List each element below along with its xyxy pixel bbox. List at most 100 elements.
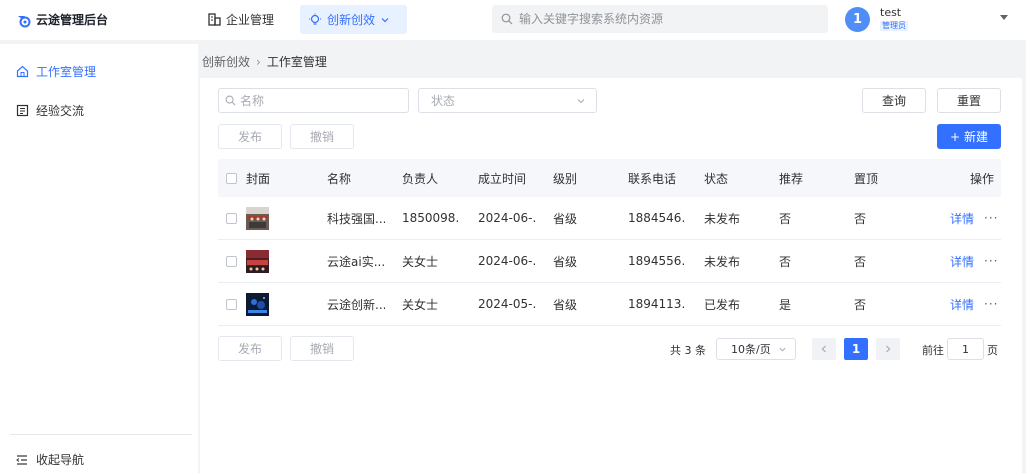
status-select[interactable]: 状态 [418, 88, 597, 113]
row-name: 科技强国... [327, 211, 385, 226]
sidebar-divider [10, 434, 192, 435]
revoke-button-bottom[interactable]: 撤销 [290, 336, 354, 361]
row-established: 2024-06-... [478, 211, 536, 225]
sidebar: 工作室管理 经验交流 收起导航 [0, 44, 198, 473]
column-header-status: 状态 [704, 171, 729, 186]
chevron-down-icon [577, 98, 585, 103]
sidebar-item-label: 经验交流 [36, 104, 85, 118]
row-level: 省级 [553, 297, 578, 312]
new-button[interactable]: + 新建 [937, 124, 1001, 149]
column-header-phone: 联系电话 [628, 171, 677, 186]
reset-button[interactable]: 重置 [937, 88, 1001, 113]
row-status: 未发布 [704, 254, 741, 269]
row-pinned: 否 [854, 254, 867, 269]
row-phone: 1884546... [628, 211, 686, 225]
row-status: 已发布 [704, 297, 741, 312]
row-phone: 1894556... [628, 254, 686, 268]
avatar[interactable]: 1 [845, 7, 870, 32]
breadcrumb-separator-icon: › [256, 54, 261, 69]
breadcrumb-current: 工作室管理 [266, 55, 327, 69]
total-count: 共 3 条 [670, 344, 706, 357]
detail-link[interactable]: 详情 [950, 296, 974, 313]
nav-enterprise-management[interactable]: 企业管理 [200, 5, 282, 34]
chevron-down-icon [779, 347, 786, 352]
detail-link[interactable]: 详情 [950, 253, 974, 270]
select-all-checkbox[interactable] [226, 172, 237, 184]
column-header-pinned: 置顶 [854, 171, 879, 186]
page-number-current[interactable]: 1 [844, 338, 868, 360]
top-header: 云途管理后台 企业管理 创新创效 1 test 管理员 [0, 0, 1026, 40]
publish-button[interactable]: 发布 [218, 124, 282, 149]
global-search[interactable] [492, 5, 828, 33]
column-header-actions: 操作 [970, 171, 995, 186]
more-actions-icon[interactable]: ··· [984, 297, 998, 311]
chevron-left-icon [821, 345, 826, 353]
breadcrumb: 创新创效 › 工作室管理 [202, 53, 327, 70]
row-checkbox[interactable] [226, 255, 237, 267]
row-level: 省级 [553, 211, 578, 226]
collapse-navigation-label: 收起导航 [36, 453, 85, 467]
column-header-owner: 负责人 [402, 171, 439, 186]
new-button-label: 新建 [964, 130, 989, 144]
row-recommend: 否 [779, 211, 792, 226]
sidebar-item-experience-exchange[interactable]: 经验交流 [16, 102, 84, 119]
home-icon [16, 65, 29, 78]
column-header-name: 名称 [327, 171, 352, 186]
main-panel: 名称 状态 查询 重置 发布 撤销 + 新建 封面 名称 负责人 成立时间 级别… [200, 78, 1022, 473]
row-status: 未发布 [704, 211, 741, 226]
status-select-placeholder: 状态 [431, 94, 456, 108]
more-actions-icon[interactable]: ··· [984, 211, 998, 225]
goto-label: 前往 [922, 344, 944, 357]
goto-page-input[interactable] [947, 338, 984, 360]
row-checkbox[interactable] [226, 212, 237, 224]
publish-button-bottom[interactable]: 发布 [218, 336, 282, 361]
cover-thumbnail-image[interactable] [246, 206, 269, 230]
search-input[interactable] [519, 12, 819, 26]
detail-link[interactable]: 详情 [950, 210, 974, 227]
table-header: 封面 名称 负责人 成立时间 级别 联系电话 状态 推荐 置顶 操作 [218, 159, 1001, 197]
row-pinned: 否 [854, 211, 867, 226]
row-established: 2024-06-... [478, 254, 536, 268]
nav-innovation[interactable]: 创新创效 [300, 5, 407, 34]
breadcrumb-parent[interactable]: 创新创效 [202, 53, 250, 70]
column-header-established: 成立时间 [478, 171, 527, 186]
row-name: 云途创新... [327, 297, 385, 312]
row-name: 云途ai实... [327, 254, 385, 269]
sidebar-item-label: 工作室管理 [36, 65, 97, 79]
sidebar-item-studio-management[interactable]: 工作室管理 [16, 63, 96, 80]
document-icon [16, 104, 29, 117]
search-icon [225, 95, 236, 106]
name-search-field[interactable]: 名称 [218, 88, 409, 113]
table-row: 科技强国... 1850098... 2024-06-... 省级 188454… [218, 197, 1001, 240]
more-actions-icon[interactable]: ··· [984, 254, 998, 268]
nav-enterprise-label: 企业管理 [226, 13, 275, 27]
user-menu-caret-icon[interactable] [1000, 15, 1008, 20]
app-logo[interactable]: 云途管理后台 [16, 11, 108, 28]
column-header-recommend: 推荐 [779, 171, 804, 186]
next-page-button[interactable] [876, 338, 900, 360]
name-search-placeholder: 名称 [240, 94, 265, 108]
row-owner: 关女士 [402, 254, 439, 269]
cover-thumbnail-image[interactable] [246, 249, 269, 273]
column-header-level: 级别 [553, 171, 578, 186]
row-level: 省级 [553, 254, 578, 269]
table-row: 云途ai实... 关女士 2024-06-... 省级 1894556... 未… [218, 240, 1001, 283]
row-checkbox[interactable] [226, 298, 237, 310]
row-phone: 1894113... [628, 297, 686, 311]
row-owner: 1850098... [402, 211, 460, 225]
row-recommend: 是 [779, 297, 792, 312]
revoke-button[interactable]: 撤销 [290, 124, 354, 149]
cover-thumbnail-image[interactable] [246, 292, 269, 316]
collapse-navigation-button[interactable]: 收起导航 [16, 451, 84, 468]
table-row: 云途创新... 关女士 2024-05-... 省级 1894113... 已发… [218, 283, 1001, 326]
search-icon [501, 13, 513, 25]
building-icon [208, 13, 221, 26]
user-name: test [880, 6, 902, 19]
yuntu-logo-icon [18, 15, 31, 27]
row-pinned: 否 [854, 297, 867, 312]
prev-page-button[interactable] [812, 338, 836, 360]
page-size-value: 10条/页 [731, 343, 771, 356]
page-size-select[interactable]: 10条/页 [716, 338, 796, 360]
goto-suffix: 页 [987, 344, 998, 357]
query-button[interactable]: 查询 [862, 88, 926, 113]
